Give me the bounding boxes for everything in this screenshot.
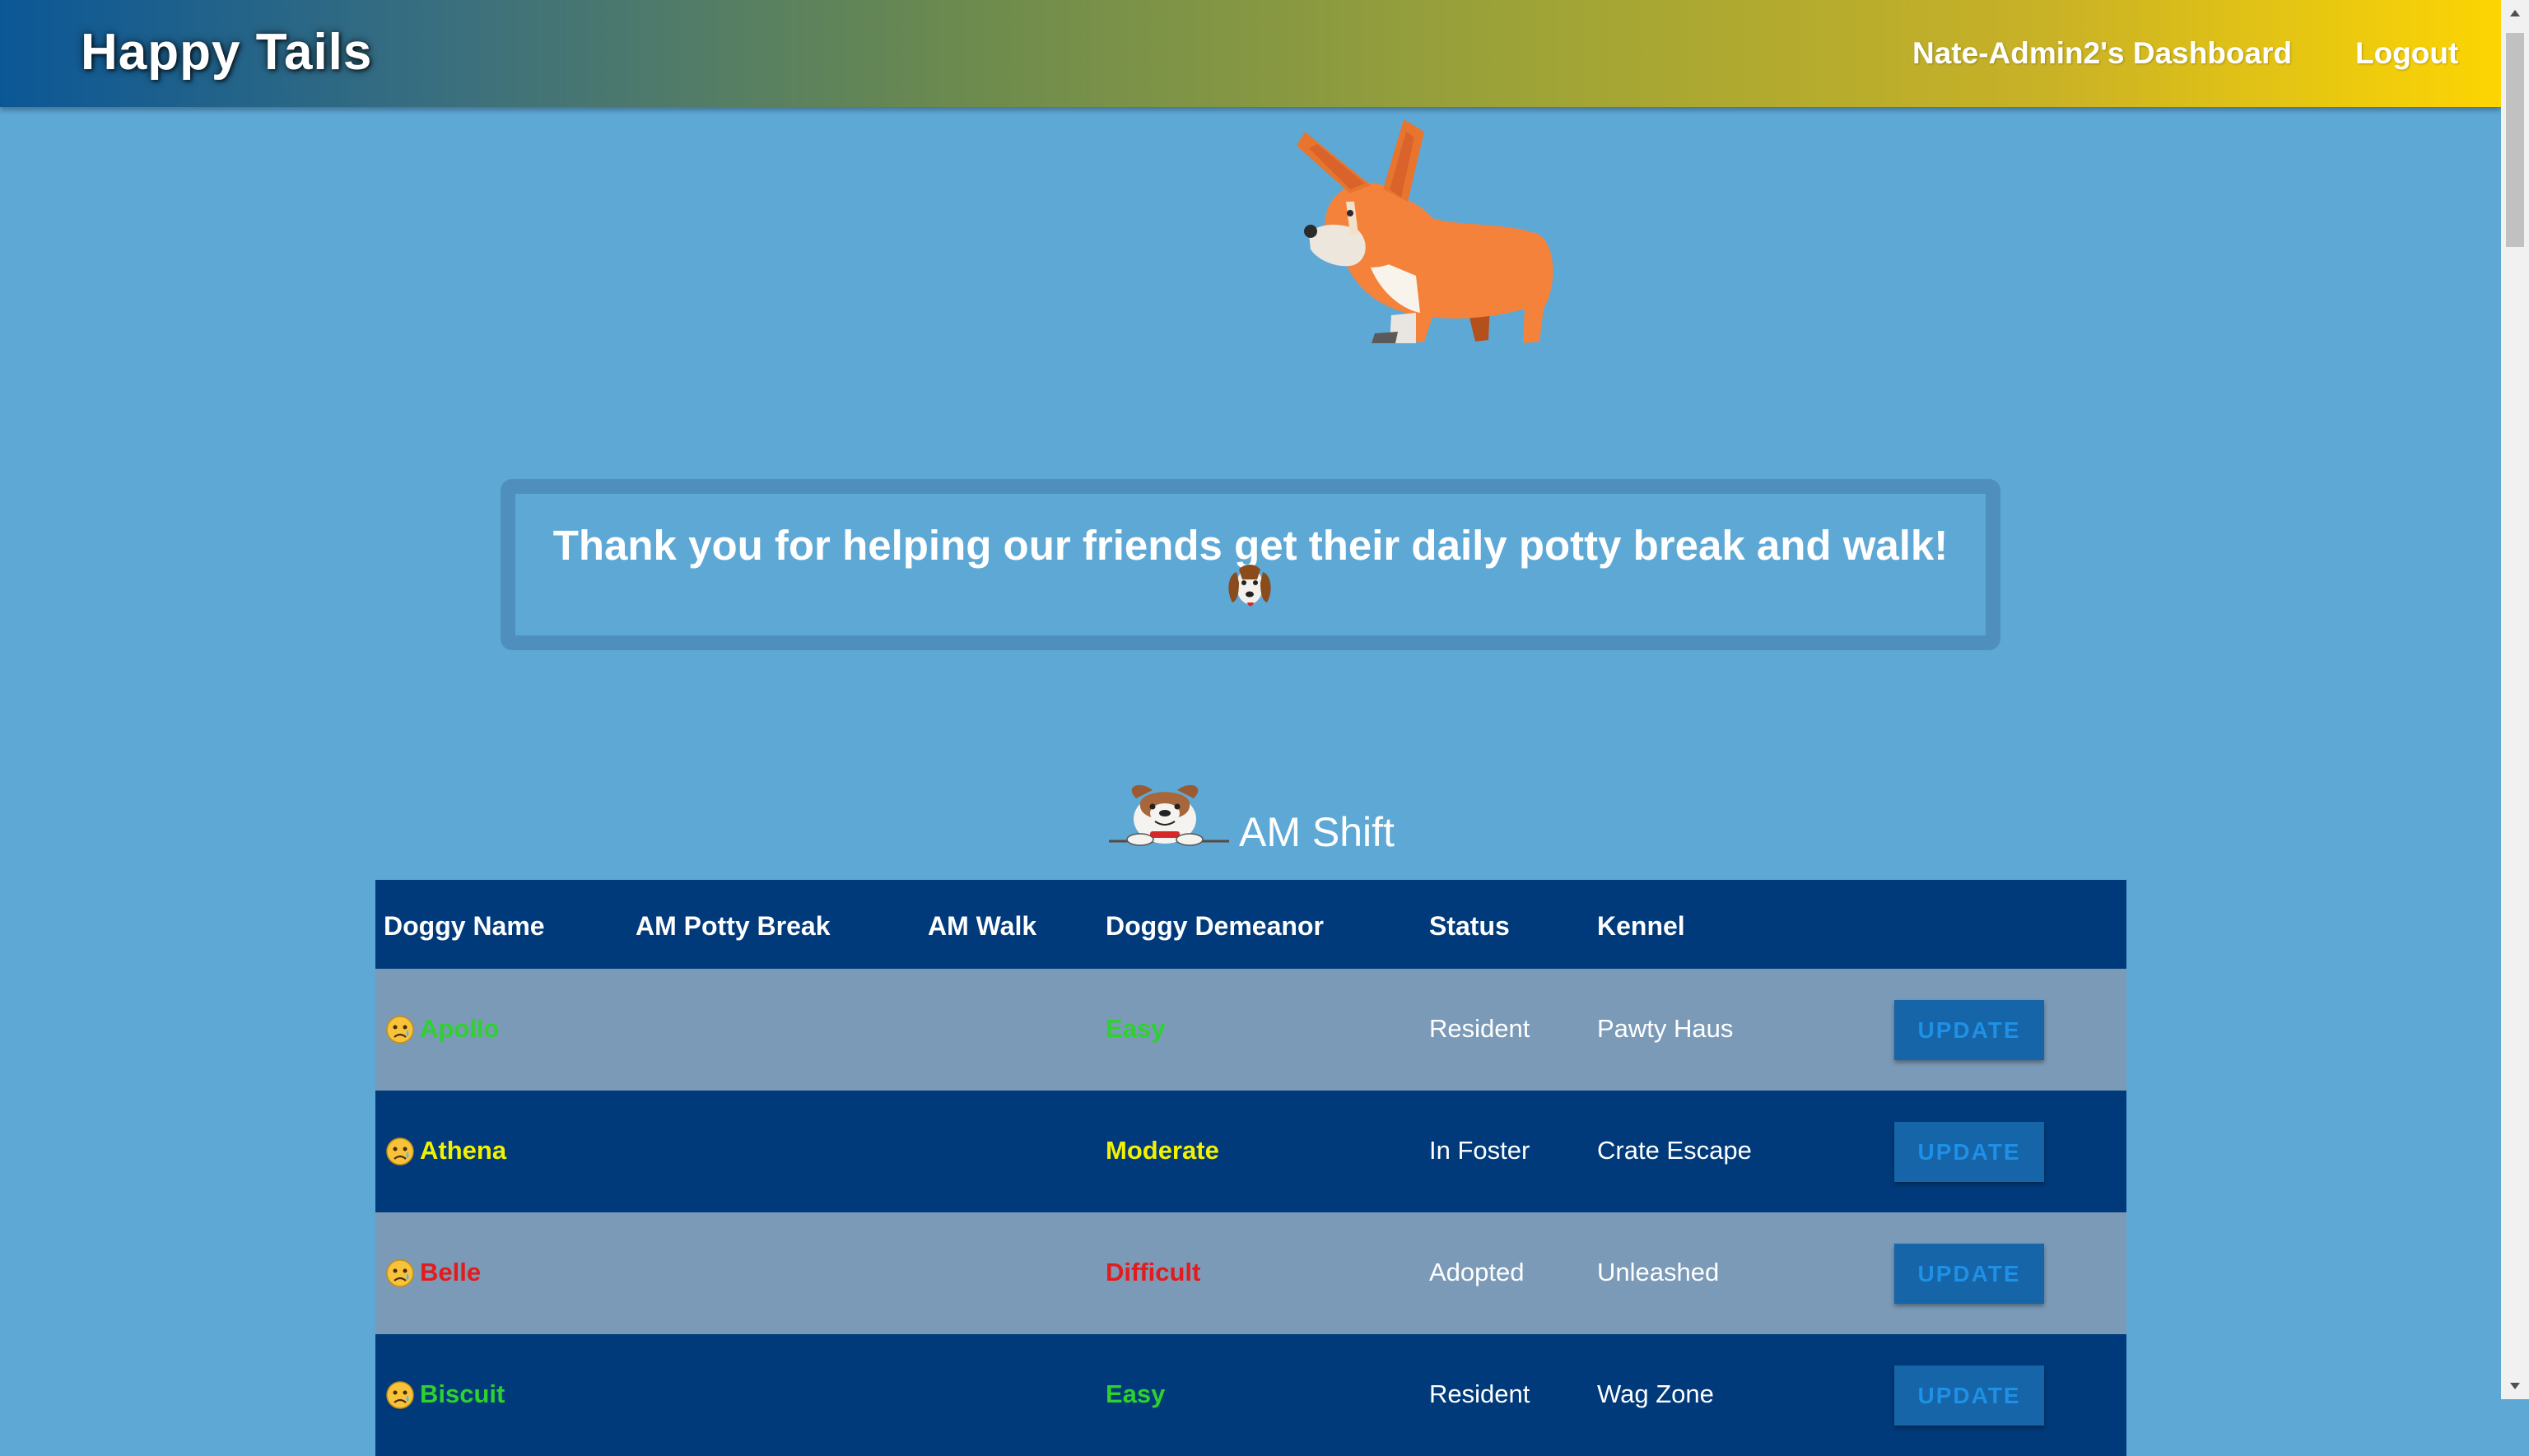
- vertical-scrollbar[interactable]: [2501, 0, 2529, 1399]
- header-doggy-demeanor: Doggy Demeanor: [1106, 911, 1324, 941]
- dog-status: Resident: [1429, 1014, 1530, 1043]
- logout-link[interactable]: Logout: [2355, 36, 2458, 71]
- dog-kennel: Unleashed: [1597, 1258, 1720, 1286]
- bulldog-icon: [1109, 784, 1229, 846]
- dog-status: Adopted: [1429, 1258, 1525, 1286]
- doggy-demeanor: Moderate: [1106, 1136, 1219, 1165]
- table-row: Athena Moderate In Foster Crate Escape U…: [375, 1091, 2126, 1212]
- update-button[interactable]: UPDATE: [1894, 1000, 2044, 1060]
- dog-name[interactable]: Athena: [420, 1136, 506, 1165]
- shift-title: AM Shift: [1239, 809, 1395, 855]
- dog-status: Resident: [1429, 1379, 1530, 1408]
- table-row: Apollo Easy Resident Pawty Haus UPDATE: [375, 969, 2126, 1091]
- table-row: Belle Difficult Adopted Unleashed UPDATE: [375, 1212, 2126, 1334]
- sad-face-icon: [386, 1381, 414, 1409]
- update-button[interactable]: UPDATE: [1894, 1122, 2044, 1182]
- dog-name[interactable]: Apollo: [420, 1014, 499, 1044]
- sad-face-icon: [386, 1259, 414, 1287]
- dog-kennel: Wag Zone: [1597, 1379, 1714, 1408]
- table-header: Doggy Name AM Potty Break AM Walk Doggy …: [375, 880, 2126, 969]
- navbar: Happy Tails Nate-Admin2's Dashboard Logo…: [0, 0, 2501, 107]
- shift-table: Doggy Name AM Potty Break AM Walk Doggy …: [375, 880, 2126, 1456]
- header-am-potty-break: AM Potty Break: [636, 911, 831, 941]
- table-row: Biscuit Easy Resident Wag Zone UPDATE: [375, 1334, 2126, 1456]
- header-doggy-name: Doggy Name: [384, 911, 545, 941]
- doggy-demeanor: Easy: [1106, 1379, 1166, 1408]
- update-button[interactable]: UPDATE: [1894, 1244, 2044, 1304]
- brand-logo[interactable]: Happy Tails: [81, 23, 372, 81]
- doggy-demeanor: Easy: [1106, 1014, 1166, 1043]
- header-kennel: Kennel: [1597, 911, 1685, 941]
- scrollbar-thumb[interactable]: [2506, 33, 2524, 247]
- dog-name[interactable]: Biscuit: [420, 1379, 505, 1409]
- header-am-walk: AM Walk: [928, 911, 1037, 941]
- sad-face-icon: [386, 1016, 414, 1044]
- dog-name[interactable]: Belle: [420, 1258, 481, 1287]
- dog-kennel: Pawty Haus: [1597, 1014, 1734, 1043]
- scroll-down-arrow-icon[interactable]: [2501, 1371, 2529, 1399]
- update-button[interactable]: UPDATE: [1894, 1365, 2044, 1426]
- dog-status: In Foster: [1429, 1136, 1530, 1165]
- header-status: Status: [1429, 911, 1510, 941]
- doggy-demeanor: Difficult: [1106, 1258, 1201, 1286]
- dog-kennel: Crate Escape: [1597, 1136, 1752, 1165]
- scroll-up-arrow-icon[interactable]: [2501, 0, 2529, 28]
- sad-face-icon: [386, 1137, 414, 1165]
- corgi-illustration-icon: [1297, 119, 1553, 343]
- beagle-icon: [1228, 565, 1271, 607]
- dashboard-link[interactable]: Nate-Admin2's Dashboard: [1912, 36, 2292, 71]
